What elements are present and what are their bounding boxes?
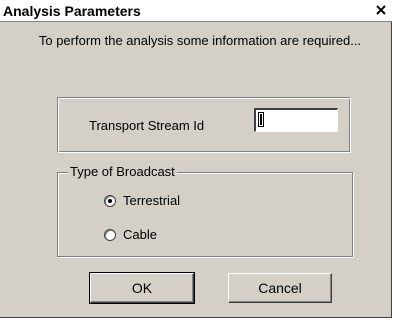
radio-unselected-icon [104,228,116,241]
intro-text: To perform the analysis some information… [38,33,362,48]
transport-stream-input[interactable] [254,108,338,132]
broadcast-type-group [57,172,353,257]
cancel-button[interactable]: Cancel [228,273,332,303]
radio-terrestrial-label: Terrestrial [123,193,181,208]
ok-button[interactable]: OK [89,272,195,304]
radio-cable-label: Cable [123,227,157,242]
broadcast-type-legend: Type of Broadcast [68,164,177,179]
close-icon [376,5,386,15]
transport-stream-label: Transport Stream Id [89,118,205,133]
close-button[interactable] [374,3,388,17]
radio-dot [108,198,112,203]
dialog-title: Analysis Parameters [3,3,141,19]
radio-cable[interactable]: Cable [104,227,157,242]
analysis-parameters-dialog: Analysis Parameters To perform the analy… [0,0,392,318]
title-bar[interactable]: Analysis Parameters [0,0,392,22]
text-cursor-icon [258,112,264,127]
radio-terrestrial[interactable]: Terrestrial [104,193,180,208]
radio-selected-icon [104,194,116,207]
